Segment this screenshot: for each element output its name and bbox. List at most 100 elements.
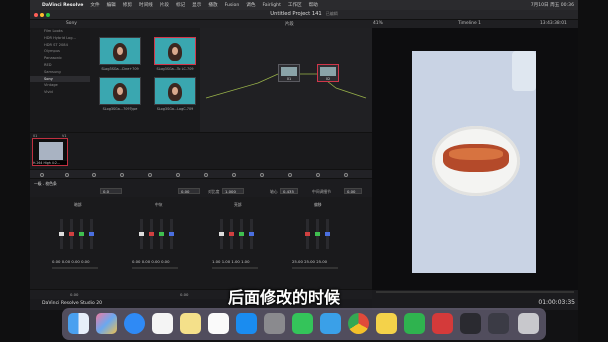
gamma-r-bar[interactable]: [149, 219, 154, 249]
still-thumbnail[interactable]: [99, 37, 141, 65]
clip-thumbnail[interactable]: H.264 High 4:2...: [32, 138, 68, 166]
capture-icon[interactable]: [488, 313, 509, 334]
portrait-image: [113, 83, 127, 101]
menu-app-name[interactable]: DaVinci Resolve: [42, 3, 83, 8]
launchpad-icon[interactable]: [96, 313, 117, 334]
gallery-item[interactable]: RED: [30, 62, 90, 69]
color-wheels-icon[interactable]: [92, 173, 96, 177]
rgb-mixer-icon[interactable]: [148, 173, 152, 177]
lift-r-bar[interactable]: [69, 219, 74, 249]
menu-clip[interactable]: 片段: [160, 2, 169, 8]
still-thumbnail[interactable]: [154, 77, 196, 105]
gallery-item[interactable]: Samsung: [30, 69, 90, 76]
menu-fairlight[interactable]: Fairlight: [262, 3, 280, 8]
still-thumbnail[interactable]: [99, 77, 141, 105]
contrast-label: 对比度: [208, 189, 220, 194]
color-match-icon[interactable]: [65, 173, 69, 177]
wechat-work-icon[interactable]: [404, 313, 425, 334]
still-thumbnail-selected[interactable]: [154, 37, 196, 65]
gamma-b-bar[interactable]: [169, 219, 174, 249]
gamma-master-slider[interactable]: [132, 267, 178, 269]
menu-mark[interactable]: 标记: [176, 2, 185, 8]
gamma-y-bar[interactable]: [139, 219, 144, 249]
wps-icon[interactable]: [432, 313, 453, 334]
gain-y-bar[interactable]: [219, 219, 224, 249]
viewer-video-frame[interactable]: [412, 51, 536, 273]
menu-workspace[interactable]: 工作区: [288, 2, 302, 8]
davinci-icon[interactable]: [460, 313, 481, 334]
lift-y-bar[interactable]: [59, 219, 64, 249]
offset-r-bar[interactable]: [305, 219, 310, 249]
gamma-value-y: 0.00: [132, 259, 141, 264]
tracker-icon[interactable]: [316, 173, 320, 177]
gain-master-slider[interactable]: [212, 267, 258, 269]
timeline-selector[interactable]: Timeline 1: [458, 21, 481, 26]
gain-b-bar[interactable]: [249, 219, 254, 249]
trash-icon[interactable]: [518, 313, 539, 334]
finder-icon[interactable]: [68, 313, 89, 334]
freeform-icon[interactable]: [208, 313, 229, 334]
menu-fusion[interactable]: Fusion: [225, 3, 240, 8]
gallery-item-selected[interactable]: Sony: [30, 75, 90, 83]
viewer-scrubber[interactable]: [376, 291, 574, 293]
curves-icon[interactable]: [204, 173, 208, 177]
still-caption: SLog3SGa...709Type: [102, 107, 138, 111]
menu-timeline[interactable]: 时间线: [139, 2, 153, 8]
offset-b-bar[interactable]: [325, 219, 330, 249]
node-editor[interactable]: 01 02: [200, 28, 372, 132]
reminders-icon[interactable]: [152, 313, 173, 334]
gallery-item[interactable]: Olympus: [30, 48, 90, 55]
temp-field[interactable]: 0.0: [100, 188, 122, 194]
gallery-item[interactable]: HDR ST 2084: [30, 42, 90, 49]
camera-raw-icon[interactable]: [40, 173, 44, 177]
clock[interactable]: 7月10日 周五 00:36: [531, 2, 574, 8]
contrast-field[interactable]: 1.000: [222, 188, 244, 194]
window-icon[interactable]: [288, 173, 292, 177]
hdr-icon[interactable]: [120, 173, 124, 177]
chrome-icon[interactable]: [348, 313, 369, 334]
gamma-g-bar[interactable]: [159, 219, 164, 249]
menu-help[interactable]: 帮助: [309, 2, 318, 8]
color-node-selected[interactable]: 02: [317, 64, 339, 82]
gain-g-bar[interactable]: [239, 219, 244, 249]
qq-icon[interactable]: [320, 313, 341, 334]
appstore-icon[interactable]: [236, 313, 257, 334]
mid-detail-field[interactable]: 0.00: [344, 188, 362, 194]
viewer-zoom[interactable]: 41%: [373, 21, 383, 26]
color-warper-icon[interactable]: [232, 173, 236, 177]
footer-middle-value[interactable]: 0.00: [180, 292, 188, 297]
offset-master-slider[interactable]: [292, 267, 338, 269]
gallery-item[interactable]: Panasonic: [30, 55, 90, 62]
offset-g-bar[interactable]: [315, 219, 320, 249]
menu-color[interactable]: 调色: [246, 2, 255, 8]
safari-icon[interactable]: [124, 313, 145, 334]
lift-values: 0.00 0.00 0.00 0.00: [52, 259, 90, 264]
pivot-field[interactable]: 0.435: [280, 188, 298, 194]
tint-field[interactable]: 0.00: [178, 188, 200, 194]
menu-playback[interactable]: 播放: [208, 2, 217, 8]
lift-g-bar[interactable]: [79, 219, 84, 249]
motion-effects-icon[interactable]: [176, 173, 180, 177]
color-node[interactable]: 01: [278, 64, 300, 82]
lift-b-bar[interactable]: [89, 219, 94, 249]
gallery-item[interactable]: Vintage: [30, 82, 90, 89]
gain-r-bar[interactable]: [229, 219, 234, 249]
menu-file[interactable]: 文件: [90, 2, 99, 8]
qq-browser-icon[interactable]: [376, 313, 397, 334]
gallery-item[interactable]: Film Looks: [30, 28, 90, 35]
lift-master-slider[interactable]: [52, 267, 98, 269]
menu-trim[interactable]: 修剪: [123, 2, 132, 8]
footer-left-value[interactable]: 0.00: [70, 292, 78, 297]
menu-view[interactable]: 显示: [192, 2, 201, 8]
settings-icon[interactable]: [264, 313, 285, 334]
blur-icon[interactable]: [344, 173, 348, 177]
notes-icon[interactable]: [180, 313, 201, 334]
gallery-item[interactable]: HDR Hybrid Log...: [30, 35, 90, 42]
qualifier-icon[interactable]: [260, 173, 264, 177]
node-mode-selector[interactable]: 片段: [285, 21, 294, 27]
menu-edit[interactable]: 编辑: [107, 2, 116, 8]
album-selector[interactable]: Sony: [66, 21, 77, 26]
gallery-item[interactable]: Vivid: [30, 89, 90, 96]
lift-value-b: 0.00: [81, 259, 90, 264]
wechat-icon[interactable]: [292, 313, 313, 334]
